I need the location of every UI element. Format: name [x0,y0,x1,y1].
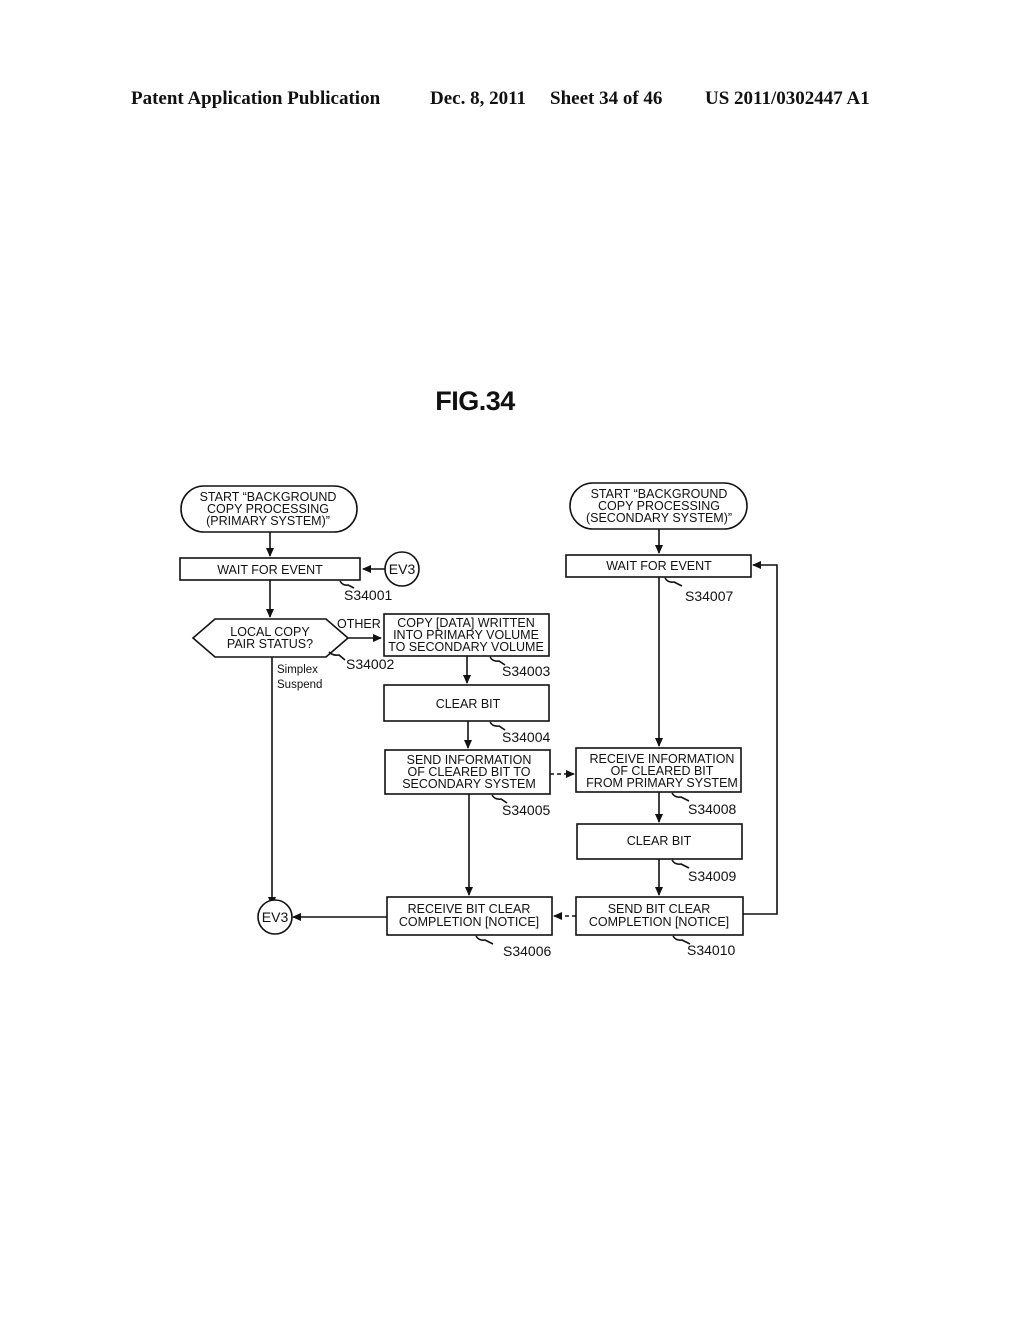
clear-primary-label: CLEAR BIT [436,697,501,711]
send-info-line3: SECONDARY SYSTEM [402,777,536,791]
flowchart: START “BACKGROUND COPY PROCESSING (PRIMA… [179,482,778,959]
step-s34005: S34005 [502,802,550,818]
receive-done-line1: RECEIVE BIT CLEAR [408,902,531,916]
decision-line2: PAIR STATUS? [227,637,313,651]
arrow-loop-back-to-wait [743,561,778,915]
start-secondary-line3: (SECONDARY SYSTEM)” [586,511,732,525]
receive-done-line2: COMPLETION [NOTICE] [399,915,539,929]
start-primary-line3: (PRIMARY SYSTEM)” [206,514,330,528]
step-s34002: S34002 [346,656,394,672]
step-s34001: S34001 [344,587,392,603]
leader-s34007 [664,577,683,587]
leader-s34006 [475,935,494,945]
clear-secondary-label: CLEAR BIT [627,834,692,848]
ev3-out-label: EV3 [262,909,289,925]
branch-simplex-label: Simplex [277,664,318,676]
step-s34004: S34004 [502,729,550,745]
ev3-in-label: EV3 [389,561,416,577]
branch-other-label: OTHER [337,617,381,631]
wait-secondary-label: WAIT FOR EVENT [606,559,712,573]
branch-suspend-label: Suspend [277,679,322,691]
leader-s34009 [671,859,690,869]
wait-primary-label: WAIT FOR EVENT [217,563,323,577]
leader-s34008 [671,792,690,802]
copy-line3: TO SECONDARY VOLUME [388,640,544,654]
step-s34010: S34010 [687,942,735,958]
receive-info-line3: FROM PRIMARY SYSTEM [586,776,738,790]
step-s34008: S34008 [688,801,736,817]
step-s34009: S34009 [688,868,736,884]
send-done-line2: COMPLETION [NOTICE] [589,915,729,929]
leader-s34002 [328,651,346,661]
step-s34003: S34003 [502,663,550,679]
step-s34007: S34007 [685,588,733,604]
step-s34006: S34006 [503,943,551,959]
send-done-line1: SEND BIT CLEAR [608,902,711,916]
